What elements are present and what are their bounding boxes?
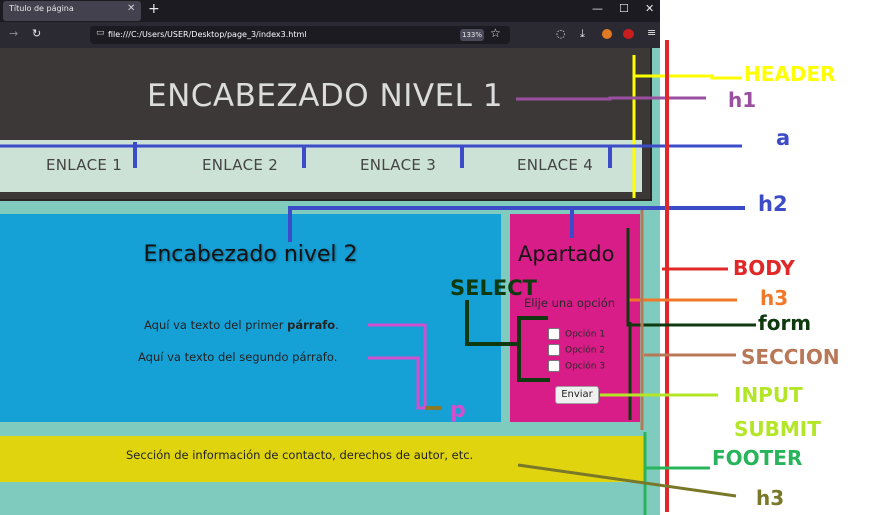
h1-connector — [516, 96, 706, 101]
label-input: INPUT — [734, 383, 803, 407]
select-bracket — [517, 316, 550, 382]
label-h3: h3 — [760, 286, 789, 310]
label-header: HEADER — [744, 62, 836, 86]
label-p: p — [450, 398, 466, 423]
label-h1: h1 — [728, 88, 757, 112]
select-connector — [465, 300, 519, 346]
label-a: a — [776, 126, 791, 150]
label-h2: h2 — [758, 192, 788, 216]
footer-h3-connector — [517, 463, 737, 498]
label-body: BODY — [733, 256, 795, 280]
h2-connector — [288, 206, 745, 242]
label-submit: SUBMIT — [734, 417, 821, 441]
header-connector — [634, 74, 742, 80]
label-form: form — [758, 311, 812, 335]
p-connector-2 — [368, 356, 442, 410]
label-footer: FOOTER — [712, 446, 803, 470]
label-select: SELECT — [450, 276, 537, 300]
label-seccion: SECCION — [741, 345, 840, 369]
p-connector-1 — [368, 323, 427, 408]
label-h3-footer: h3 — [756, 486, 785, 510]
